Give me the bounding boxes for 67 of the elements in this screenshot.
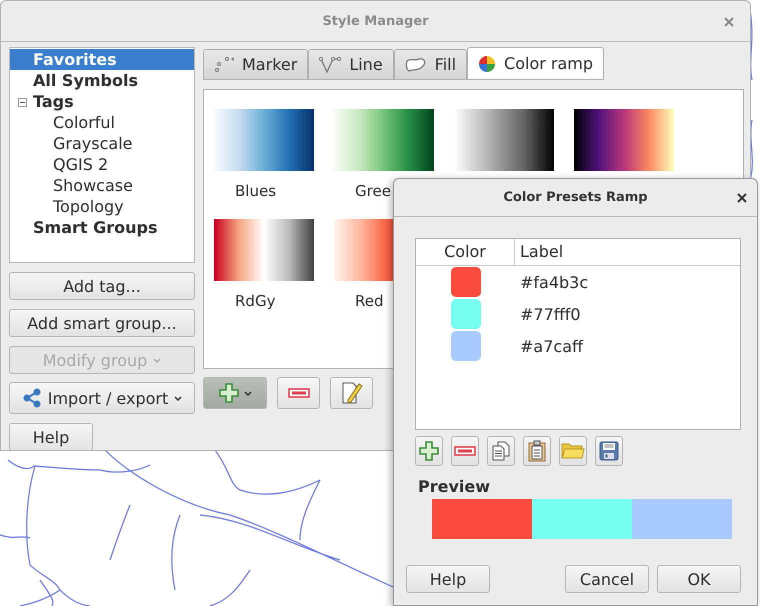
save-button[interactable] [595, 436, 623, 466]
caret-icon [244, 390, 252, 396]
cancel-button[interactable]: Cancel [565, 565, 649, 593]
ramp-label: Blues [234, 182, 278, 200]
add-button[interactable] [415, 436, 443, 466]
preview-label: Preview [418, 477, 492, 496]
column-header[interactable]: Color [416, 239, 515, 265]
table-cell-text: #fa4b3c [519, 272, 588, 292]
tree-item[interactable]: Grayscale [10, 133, 194, 154]
pencil-icon [340, 381, 362, 405]
column-header[interactable]: Label [515, 239, 564, 265]
shape-icon [404, 56, 427, 72]
tab[interactable]: Fill [394, 49, 468, 80]
ramp-label: RdGy [234, 292, 276, 310]
tree-item[interactable]: Tags [10, 91, 194, 112]
folder-icon [561, 442, 585, 460]
help-button[interactable]: Help [406, 565, 490, 593]
minus-icon [454, 446, 476, 456]
tree-item[interactable]: All Symbols [10, 70, 194, 91]
collapse-icon[interactable] [18, 98, 27, 107]
clipboard-icon [528, 440, 546, 462]
help-button[interactable]: Help [9, 423, 93, 451]
dots-icon [214, 56, 234, 74]
add-dropdown-button[interactable] [203, 377, 267, 409]
tree-item[interactable]: Favorites [10, 49, 194, 70]
color-ramp-swatch[interactable] [454, 109, 554, 171]
share-icon [22, 388, 42, 408]
polyline-icon [319, 56, 342, 74]
color-swatch[interactable] [450, 267, 480, 297]
open-button[interactable] [559, 436, 587, 466]
plus-icon [218, 382, 240, 404]
table-cell-text: #a7caff [519, 336, 584, 356]
tree-item[interactable]: Showcase [10, 175, 194, 196]
documents-icon [492, 441, 510, 461]
paste-button[interactable] [523, 436, 551, 466]
plus-icon [418, 440, 440, 462]
color-ramp-swatch[interactable] [574, 109, 674, 171]
minus-icon [288, 388, 310, 398]
close-icon[interactable] [737, 193, 747, 203]
ramp-label: Gree [354, 182, 392, 200]
tab[interactable]: Line [308, 49, 394, 80]
color-swatch[interactable] [450, 299, 480, 329]
tree-item[interactable]: QGIS 2 [10, 154, 194, 175]
color-swatch[interactable] [450, 331, 480, 361]
copy-button[interactable] [487, 436, 515, 466]
color-ramp-swatch[interactable] [334, 109, 434, 171]
dropdown-button[interactable]: Import / export [9, 382, 195, 414]
window-title: Style Manager [322, 14, 429, 28]
dialog-title: Color Presets Ramp [503, 190, 648, 205]
action-button[interactable]: Add smart group... [9, 309, 195, 337]
ok-button[interactable]: OK [657, 565, 741, 593]
edit-button[interactable] [330, 377, 373, 409]
color-ramp-swatch[interactable] [214, 109, 314, 171]
remove-button[interactable] [451, 436, 479, 466]
table-cell-text: #77fff0 [519, 304, 581, 324]
action-button[interactable]: Add tag... [9, 272, 195, 300]
caret-icon [174, 396, 182, 400]
tree-item[interactable]: Topology [10, 196, 194, 217]
remove-button[interactable] [277, 377, 320, 409]
tree-item[interactable]: Colorful [10, 112, 194, 133]
ramp-label: Red [354, 292, 384, 310]
color-ramp-swatch[interactable] [214, 219, 314, 281]
tab[interactable]: Color ramp [467, 47, 604, 80]
tab[interactable]: Marker [203, 49, 308, 80]
tree-item[interactable]: Smart Groups [10, 217, 194, 238]
caret-icon [153, 358, 162, 362]
color-wheel-icon [478, 54, 496, 72]
